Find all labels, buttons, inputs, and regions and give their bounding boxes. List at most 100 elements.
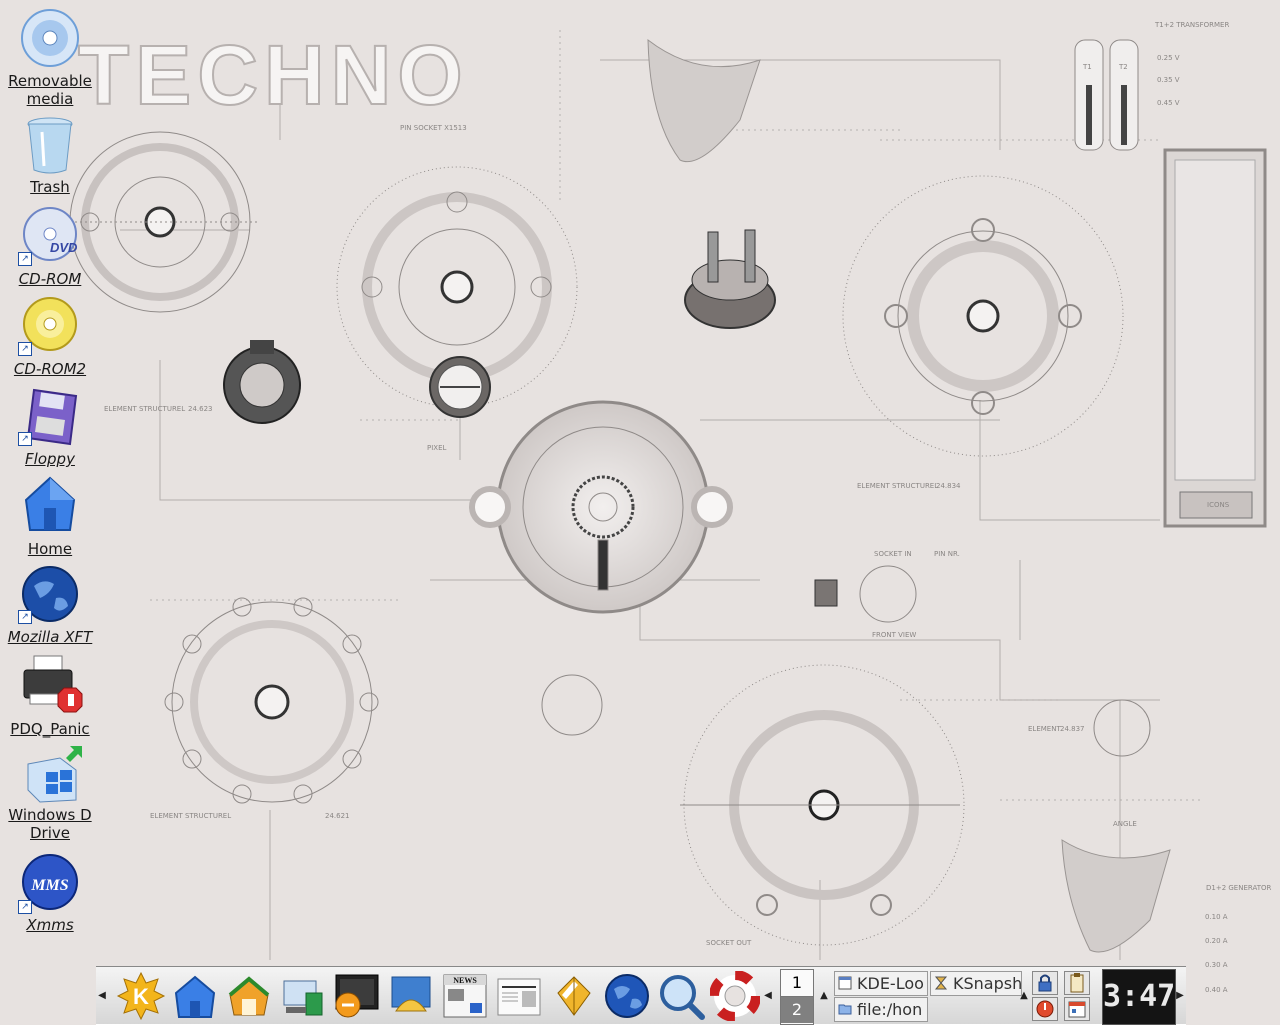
home-folder-icon <box>174 975 216 1018</box>
desktop-icon-home[interactable]: Home <box>0 474 100 558</box>
label-amp-2: 0.20 A <box>1205 937 1228 945</box>
desktop-icon-mozilla-xft[interactable]: ↗ Mozilla XFT <box>0 564 100 646</box>
image-viewer-launcher[interactable] <box>386 971 436 1021</box>
desktop-icon-label: CD-ROM <box>18 270 82 288</box>
wallpaper-logo: TECHNO <box>78 28 469 122</box>
desktop-icon-label: Xmms <box>26 916 74 934</box>
label-volt-3: 0.45 V <box>1157 99 1180 107</box>
pager-desktop-2[interactable]: 2 <box>781 997 813 1023</box>
power-icon <box>1036 1000 1054 1018</box>
task-ksnapshot[interactable]: KSnapsh <box>930 971 1022 996</box>
lifebuoy-icon <box>709 970 761 1022</box>
label-socket-out: SOCKET OUT <box>706 939 752 947</box>
label-transformer: T1+2 TRANSFORMER <box>1154 21 1229 29</box>
svg-text:NEWS: NEWS <box>453 976 477 985</box>
svg-text:K: K <box>133 984 149 1009</box>
taskbar-hide-right-button[interactable]: ▶ <box>1174 967 1186 1025</box>
desktop-icon-label: CD-ROM2 <box>13 360 87 378</box>
k-menu-icon: K <box>116 971 166 1021</box>
svg-text:MMS: MMS <box>30 877 68 894</box>
dvd-disc-icon: DVD ↗ <box>18 206 80 266</box>
clock[interactable]: 3:47 <box>1102 969 1176 1025</box>
pager-desktop-1[interactable]: 1 <box>781 970 813 997</box>
taskbar-hide-left-button[interactable]: ◀ <box>96 967 108 1025</box>
printer-stop-icon <box>20 654 83 714</box>
logout-button[interactable] <box>1032 997 1058 1021</box>
task-label: KSnapsh <box>953 974 1022 993</box>
task-kde-look[interactable]: KDE-Loo <box>834 971 928 996</box>
find-launcher[interactable] <box>656 971 706 1021</box>
desktop-icon-xmms[interactable]: MMS ↗ Xmms <box>0 854 100 934</box>
shortcut-arrow-icon: ↗ <box>18 610 32 624</box>
label-front-view: FRONT VIEW <box>872 631 916 639</box>
task-file-home[interactable]: file:/hon <box>834 997 928 1022</box>
desktop-icon-cd-rom[interactable]: DVD ↗ CD-ROM <box>0 206 100 288</box>
label-amp-3: 0.30 A <box>1205 961 1228 969</box>
desktop-icon-pdq-panic[interactable]: PDQ_Panic <box>0 654 100 738</box>
task-label: file:/hon <box>857 1000 923 1019</box>
label-amp-4: 0.40 A <box>1205 986 1228 994</box>
shortcut-arrow-icon: ↗ <box>18 342 32 356</box>
label-angle: ANGLE <box>1113 820 1137 828</box>
tray-scroll-arrow[interactable]: ▲ <box>1018 967 1030 1025</box>
lock-icon <box>1038 974 1052 992</box>
svg-text:DVD: DVD <box>50 240 78 255</box>
desktop-icon-label: PDQ_Panic <box>10 720 90 738</box>
text-editor-icon <box>557 976 591 1016</box>
magnifier-icon <box>660 975 705 1020</box>
label-element-3-val: 24.621 <box>325 812 350 820</box>
help-launcher[interactable] <box>709 970 761 1022</box>
xmms-icon: MMS ↗ <box>18 854 80 914</box>
gold-cd-icon: ↗ <box>18 296 80 356</box>
calendar-icon <box>1068 1001 1086 1018</box>
news-launcher[interactable]: NEWS <box>440 971 490 1021</box>
label-element-4-val: 24.837 <box>1060 725 1085 733</box>
label-t2: T2 <box>1118 63 1128 71</box>
launcher-scroll-arrow[interactable]: ◀ <box>762 967 774 1025</box>
label-pin-socket: PIN SOCKET X1513 <box>400 124 467 132</box>
label-element-4: ELEMENT <box>1028 725 1061 733</box>
browser-launcher[interactable] <box>602 971 652 1021</box>
terminal-launcher[interactable] <box>332 971 382 1021</box>
label-pin-nr: PIN NR. <box>934 550 960 558</box>
shortcut-arrow-icon: ↗ <box>18 252 32 266</box>
desktop-icon-label: Removable media <box>8 72 92 108</box>
news-icon: NEWS <box>443 974 487 1018</box>
control-center-icon <box>283 980 323 1016</box>
label-amp-1: 0.10 A <box>1205 913 1228 921</box>
label-icons-panel: ICONS <box>1207 501 1230 509</box>
terminal-icon <box>335 974 379 1018</box>
calendar-tray[interactable] <box>1064 997 1090 1021</box>
folder-icon <box>838 1004 852 1015</box>
lock-screen-button[interactable] <box>1032 971 1058 995</box>
clipboard-icon <box>1070 973 1084 993</box>
home-folder-icon <box>20 474 80 534</box>
label-pixel: PIXEL <box>427 444 447 452</box>
globe-icon: ↗ <box>18 564 80 624</box>
newspaper-launcher[interactable] <box>494 971 544 1021</box>
control-center-launcher[interactable] <box>278 971 328 1021</box>
k-menu-button[interactable]: K <box>116 971 166 1021</box>
wallpaper: TECHNO PIN SOCKET X1513 ELEMENT STRUCTUR… <box>0 0 1280 1024</box>
globe-icon <box>605 974 649 1018</box>
windows-drive-icon <box>20 744 82 804</box>
home-folder-launcher[interactable] <box>170 971 220 1021</box>
desktop-icon-windows-d-drive[interactable]: Windows D Drive <box>0 744 100 842</box>
desktop-icon-trash[interactable]: Trash <box>0 114 100 196</box>
desktop-icon-removable-media[interactable]: Removable media <box>0 4 100 108</box>
browser-window-icon <box>838 976 852 990</box>
clipboard-tray[interactable] <box>1064 971 1090 995</box>
label-element-1-val: 24.623 <box>188 405 213 413</box>
cd-disc-icon <box>20 4 80 67</box>
newspaper-icon <box>497 978 541 1016</box>
konqueror-home-launcher[interactable] <box>224 971 274 1021</box>
taskbar-scroll-arrow[interactable]: ▲ <box>818 967 830 1025</box>
desktop-icon-floppy[interactable]: ↗ Floppy <box>0 386 100 468</box>
desktop-icon-label: Floppy <box>25 450 75 468</box>
desktop-icon-cd-rom2[interactable]: ↗ CD-ROM2 <box>0 296 100 378</box>
text-editor-launcher[interactable] <box>548 971 598 1021</box>
floppy-disk-icon: ↗ <box>18 386 80 446</box>
desktop-icon-label: Home <box>27 540 73 558</box>
desktop-icon-label: Trash <box>30 178 70 196</box>
task-label: KDE-Loo <box>857 974 924 993</box>
